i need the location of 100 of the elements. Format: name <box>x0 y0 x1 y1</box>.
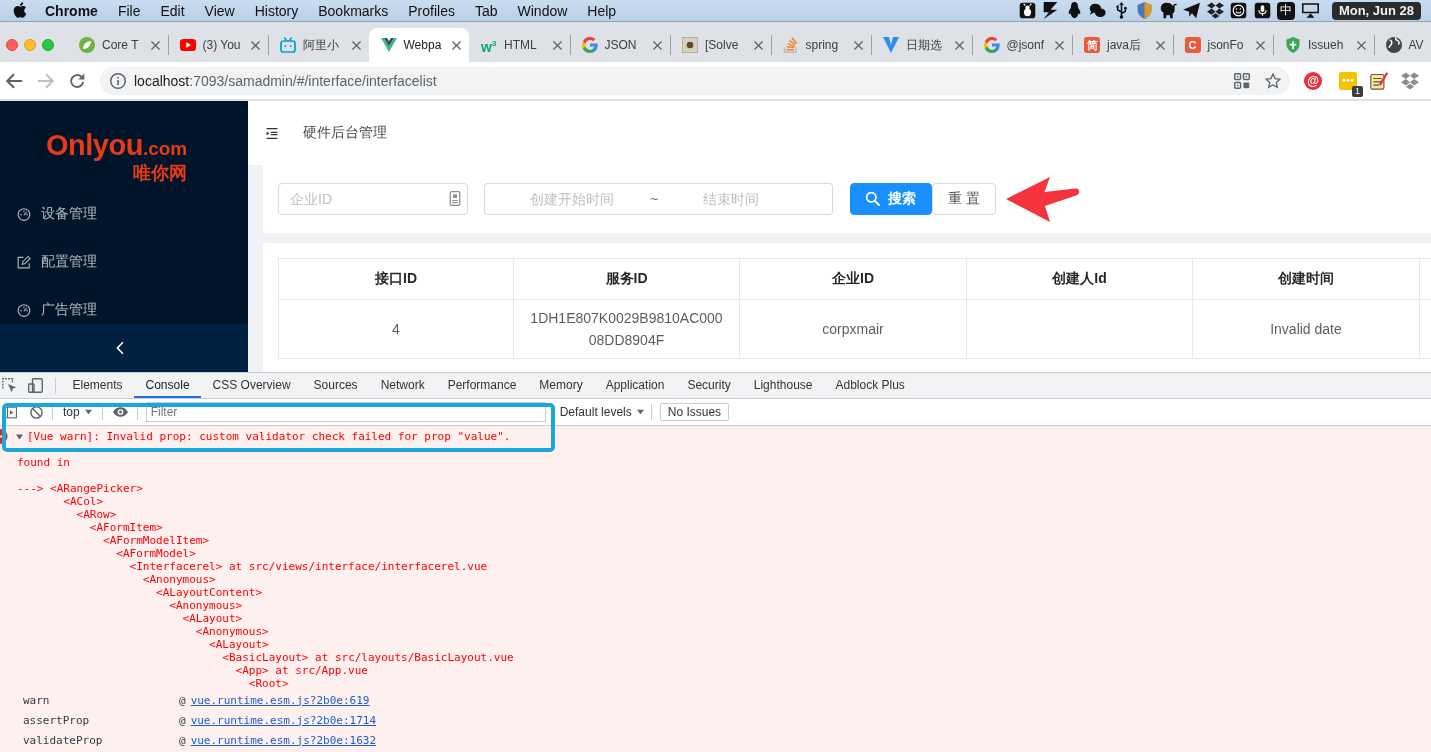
error-text: [Vue warn]: Invalid prop: custom validator check failed for prop "value". <box>27 430 511 443</box>
close-icon[interactable] <box>854 40 863 50</box>
clear-icon[interactable] <box>30 405 43 419</box>
menu-item[interactable]: View <box>194 0 245 21</box>
chat-bubbles-icon[interactable] <box>1089 2 1107 19</box>
console-text: found in <box>17 456 70 469</box>
paper-plane-icon[interactable] <box>1183 2 1201 19</box>
close-icon[interactable] <box>1256 40 1265 50</box>
close-icon[interactable] <box>753 40 763 50</box>
sidebar-item[interactable]: 设备管理 <box>0 194 248 234</box>
url-text: localhost:7093/samadmin/#/interface/interfacelist <box>134 72 437 89</box>
close-icon[interactable] <box>452 40 461 50</box>
sidebar-item[interactable]: 配置管理 <box>0 242 248 282</box>
component-line: <Anonymous> <box>169 599 243 612</box>
levels-select[interactable]: Default levels <box>559 405 644 419</box>
devtools-tab[interactable]: Network <box>369 373 437 398</box>
table-cell: 4 <box>278 299 514 359</box>
close-icon[interactable] <box>351 40 361 50</box>
menu-item[interactable]: Tab <box>464 0 508 21</box>
stack-function: assertProp <box>23 713 91 727</box>
diamonds-icon[interactable] <box>1206 2 1224 19</box>
reset-button[interactable]: 重 置 <box>932 183 996 215</box>
globe-icon <box>1385 37 1402 53</box>
lightning-icon[interactable] <box>1042 2 1060 19</box>
menu-item[interactable]: Window <box>507 0 578 21</box>
sidebar-toggle-icon[interactable] <box>4 405 17 419</box>
shield-icon[interactable] <box>1136 2 1154 19</box>
devtools-tab[interactable]: Adblock Plus <box>824 373 917 398</box>
input-method-indicator[interactable]: 中 <box>1277 1 1296 20</box>
device-icon[interactable] <box>28 378 43 393</box>
address-bar[interactable]: localhost:7093/samadmin/#/interface/interfacelist <box>100 66 1290 95</box>
display-icon[interactable] <box>1301 2 1319 19</box>
window-close-button[interactable] <box>6 39 18 51</box>
favicon-tile: 简 <box>1084 37 1100 53</box>
devtools-tab[interactable]: CSS Overview <box>201 373 303 398</box>
menu-item[interactable]: Help <box>577 0 627 21</box>
devtools-tab[interactable]: Elements <box>61 373 135 398</box>
stack-function: validateProp <box>23 733 104 747</box>
close-icon[interactable] <box>251 40 260 50</box>
devtools-tab[interactable]: Performance <box>436 373 528 398</box>
dots-tile-icon[interactable] <box>1339 71 1357 90</box>
v-mark-icon <box>883 37 899 53</box>
source-link[interactable]: vue.runtime.esm.js?2b0e:1714 <box>190 713 377 727</box>
info-icon[interactable] <box>110 72 126 89</box>
grid-icon[interactable] <box>1234 72 1250 89</box>
eye-icon[interactable] <box>112 407 128 417</box>
star-icon[interactable] <box>1265 72 1281 89</box>
reload-icon[interactable] <box>69 72 86 89</box>
extension-button[interactable]: @ <box>1304 71 1322 90</box>
menu-item[interactable]: File <box>107 0 151 21</box>
expand-triangle-icon[interactable] <box>16 433 23 440</box>
stack-icon <box>782 37 799 53</box>
issues-button[interactable]: No Issues <box>659 403 730 421</box>
browser-tab[interactable]: Core T <box>67 28 168 62</box>
close-icon[interactable] <box>1055 40 1064 50</box>
component-line: <Anonymous> <box>142 573 216 586</box>
devtools-tab[interactable]: Application <box>594 373 676 398</box>
menu-bar-clock[interactable]: Mon, Jun 28 <box>1331 1 1421 20</box>
notepad-icon[interactable] <box>1370 71 1388 90</box>
close-icon[interactable] <box>653 40 662 50</box>
start-date-field[interactable]: 创建开始时间 <box>484 183 648 215</box>
menu-item[interactable]: History <box>244 0 309 21</box>
inspect-icon[interactable] <box>2 378 17 393</box>
context-select[interactable]: top <box>63 405 92 419</box>
close-icon[interactable] <box>954 40 964 50</box>
microphone-icon[interactable] <box>1253 2 1271 19</box>
apple-icon[interactable] <box>13 2 28 19</box>
shield-icon <box>1285 37 1301 53</box>
edit-icon <box>17 255 31 269</box>
close-icon[interactable] <box>150 40 160 50</box>
table-cell: corpxmair <box>739 299 967 359</box>
menu-item[interactable]: Bookmarks <box>308 0 399 21</box>
company-id-field[interactable]: 企业ID <box>278 183 468 215</box>
menu-item[interactable]: Profiles <box>398 0 465 21</box>
menu-item[interactable]: Chrome <box>35 0 108 21</box>
column-header: 服务ID <box>513 258 740 300</box>
close-icon[interactable] <box>1155 40 1165 50</box>
source-link[interactable]: vue.runtime.esm.js?2b0e:1632 <box>190 733 377 747</box>
close-icon[interactable] <box>1356 40 1366 50</box>
back-icon[interactable] <box>6 72 23 89</box>
component-line: <BasicLayout> at src/layouts/BasicLayout.vue <box>222 651 514 664</box>
logo-tagline: 唯你网 <box>133 163 188 184</box>
menu-item[interactable]: Edit <box>150 0 195 21</box>
component-line: <ALayoutContent> <box>156 586 263 599</box>
close-icon[interactable] <box>552 40 562 50</box>
column-header: 企业ID <box>739 258 967 300</box>
bug-icon[interactable] <box>1018 2 1036 19</box>
smiley-icon[interactable] <box>1230 2 1248 19</box>
end-date-field[interactable]: 结束时间 <box>660 183 833 215</box>
source-link[interactable]: vue.runtime.esm.js?2b0e:619 <box>190 693 370 707</box>
devtools-tab[interactable]: Sources <box>302 373 370 398</box>
sidebar-item[interactable]: 广告管理 <box>0 290 248 324</box>
elephant-icon[interactable] <box>1159 2 1177 19</box>
browser-tab[interactable]: Webpa <box>368 28 469 62</box>
devtools-tab[interactable]: Memory <box>527 373 595 398</box>
devtools-tab[interactable]: Security <box>675 373 743 398</box>
devtools-tab[interactable]: Lighthouse <box>742 373 824 398</box>
menu-fold-icon[interactable] <box>266 127 278 139</box>
component-line: <AFormItem> <box>89 521 163 534</box>
browser-tab[interactable]: w$^{3}$ HTML <box>469 28 570 62</box>
